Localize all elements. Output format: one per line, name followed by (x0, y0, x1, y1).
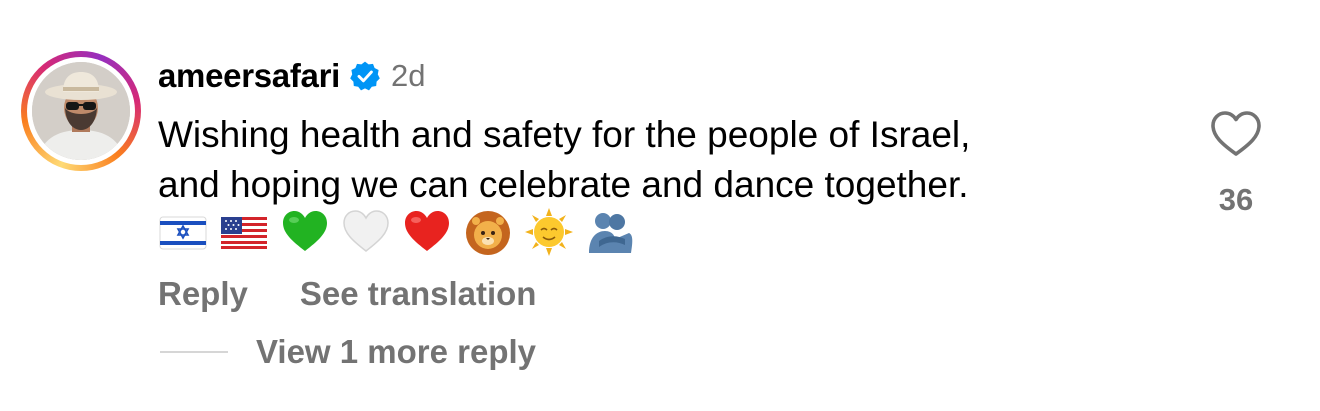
comment-text-line: and hoping we can celebrate and dance to… (158, 164, 969, 205)
lion-icon (463, 207, 513, 257)
comment-text: Wishing health and safety for the people… (158, 110, 1168, 210)
red-heart-icon (402, 207, 452, 257)
comment-actions: Reply See translation (158, 272, 536, 316)
us-flag-icon (219, 207, 269, 257)
comment: ameersafari 2d Wishing health and safety… (0, 0, 1320, 411)
people-hugging-icon (585, 207, 635, 257)
avatar-story-ring[interactable] (21, 51, 141, 171)
see-translation-button[interactable]: See translation (300, 275, 537, 313)
like-section: 36 (1206, 108, 1266, 218)
comment-header: ameersafari 2d (158, 54, 426, 98)
avatar[interactable] (32, 62, 130, 160)
israel-flag-icon (158, 207, 208, 257)
sun-with-face-icon (524, 207, 574, 257)
view-more-replies-button[interactable]: View 1 more reply (160, 330, 536, 374)
view-more-replies-label: View 1 more reply (256, 333, 537, 370)
comment-text-line: Wishing health and safety for the people… (158, 114, 971, 155)
username[interactable]: ameersafari (158, 57, 340, 95)
green-heart-icon (280, 207, 330, 257)
white-heart-icon (341, 207, 391, 257)
replies-divider-line (160, 351, 228, 353)
reply-button[interactable]: Reply (158, 275, 248, 313)
verified-badge-icon (349, 60, 381, 92)
timestamp: 2d (391, 58, 426, 93)
emoji-row (158, 206, 635, 258)
heart-outline-icon[interactable] (1208, 108, 1264, 160)
like-count: 36 (1218, 182, 1254, 217)
